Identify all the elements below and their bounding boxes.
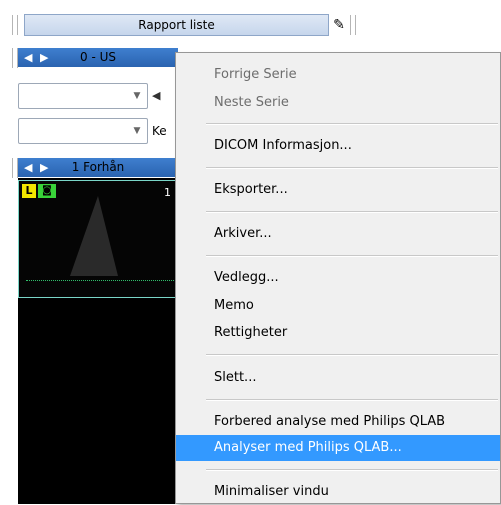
- group-bar-label: 1 Forhån: [71, 160, 125, 174]
- menu-item-eksporter[interactable]: Eksporter...: [176, 177, 500, 203]
- menu-item-label: DICOM Informasjon...: [214, 138, 352, 153]
- menu-separator: [206, 255, 498, 257]
- menu-item-memo[interactable]: Memo: [176, 293, 500, 319]
- camera-icon: ◙: [38, 184, 56, 198]
- menu-item-label: Slett...: [214, 370, 257, 385]
- menu-item-label: Arkiver...: [214, 226, 272, 241]
- chevron-down-icon[interactable]: ▼: [130, 84, 144, 108]
- ecg-trace: [26, 280, 176, 292]
- ultrasound-cone-image: [70, 196, 118, 276]
- menu-item-slett[interactable]: Slett...: [176, 365, 500, 391]
- menu-item-analyser-qlab[interactable]: Analyser med Philips QLAB...: [176, 435, 500, 461]
- menu-item-label: Minimaliser vindu: [214, 484, 329, 499]
- menu-item-minimaliser-vindu[interactable]: Minimaliser vindu: [176, 479, 500, 505]
- toolbar-grip-right: [350, 15, 356, 35]
- menu-item-dicom-informasjon[interactable]: DICOM Informasjon...: [176, 133, 500, 159]
- menu-separator: [206, 167, 498, 169]
- menu-separator: [206, 469, 498, 471]
- menu-item-neste-serie[interactable]: Neste Serie: [176, 90, 500, 116]
- report-list-label: Rapport liste: [138, 18, 215, 32]
- menu-separator: [206, 211, 498, 213]
- menu-item-label: Neste Serie: [214, 95, 289, 110]
- series-bar-label: 0 - US: [80, 50, 116, 64]
- chevron-down-icon[interactable]: ▼: [130, 119, 144, 143]
- menu-separator: [206, 123, 498, 125]
- combo-left-arrow-icon[interactable]: ◀: [152, 83, 162, 109]
- menu-item-label: Vedlegg...: [214, 270, 279, 285]
- toolbar-grip: [12, 15, 18, 35]
- menu-item-label: Analyser med Philips QLAB...: [214, 440, 402, 455]
- menu-separator: [206, 399, 498, 401]
- report-list-button[interactable]: Rapport liste: [24, 14, 329, 36]
- menu-item-label: Forbered analyse med Philips QLAB: [214, 414, 446, 429]
- context-menu: Forrige Serie Neste Serie DICOM Informas…: [175, 52, 501, 504]
- menu-item-vedlegg[interactable]: Vedlegg...: [176, 265, 500, 291]
- menu-item-rettigheter[interactable]: Rettigheter: [176, 320, 500, 346]
- menu-item-arkiver[interactable]: Arkiver...: [176, 221, 500, 247]
- series-nav-bar[interactable]: ◀ ▶ 0 - US: [18, 48, 178, 67]
- menu-item-label: Eksporter...: [214, 182, 288, 197]
- menu-item-label: Rettigheter: [214, 325, 288, 340]
- menu-item-label: Memo: [214, 298, 254, 313]
- pin-icon[interactable]: ✎: [330, 14, 348, 36]
- series-combo[interactable]: ▼: [18, 83, 148, 109]
- left-badge: L: [22, 184, 36, 198]
- key-combo[interactable]: ▼: [18, 118, 148, 144]
- menu-item-forbered-analyse[interactable]: Forbered analyse med Philips QLAB: [176, 409, 500, 435]
- menu-item-label: Forrige Serie: [214, 67, 297, 82]
- menu-separator: [206, 354, 498, 356]
- menu-item-forrige-serie[interactable]: Forrige Serie: [176, 62, 500, 88]
- group-nav-bar[interactable]: ◀ ▶ 1 Forhån: [18, 158, 178, 177]
